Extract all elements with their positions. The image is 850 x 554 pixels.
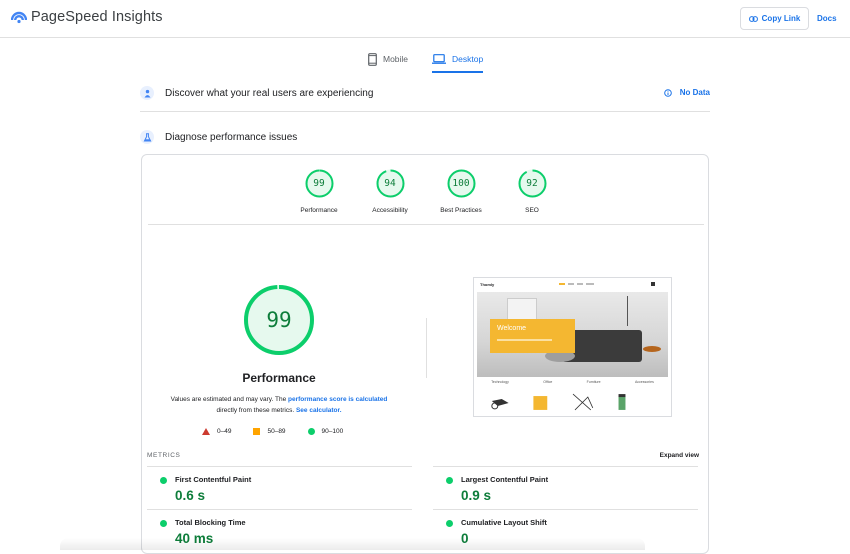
note-prefix: Values are estimated and may vary. The xyxy=(170,396,287,403)
thumb-category: Furniture xyxy=(586,380,601,384)
metric-divider xyxy=(147,509,412,510)
metric-value: 0.6 s xyxy=(175,488,206,503)
thumb-nav: Thomly xyxy=(474,278,671,292)
metric-divider xyxy=(433,509,698,510)
circle-icon xyxy=(307,428,315,435)
performance-note: Values are estimated and may vary. The p… xyxy=(159,394,399,416)
legend-fail: 0–49 xyxy=(202,428,231,435)
pass-circle-icon xyxy=(446,477,453,484)
pass-circle-icon xyxy=(446,520,453,527)
tab-desktop[interactable]: Desktop xyxy=(432,48,484,73)
legend-fail-label: 0–49 xyxy=(217,428,232,435)
pagespeed-logo-icon[interactable] xyxy=(11,10,27,24)
gauge-seo[interactable]: 92 SEO xyxy=(502,169,562,214)
gauge-performance-score: 99 xyxy=(313,178,325,189)
thumb-cart-icon xyxy=(651,282,655,286)
final-screenshot[interactable]: Thomly Welcome Technology Office Furnitu… xyxy=(473,277,672,417)
thumb-welcome-text: Welcome xyxy=(497,325,527,332)
gauge-seo-label: SEO xyxy=(525,207,539,214)
gauge-best-practices-score: 100 xyxy=(452,178,470,189)
gauge-best-practices[interactable]: 100 Best Practices xyxy=(431,169,491,214)
thumb-products xyxy=(491,393,626,411)
card-divider xyxy=(148,224,704,225)
gauge-performance[interactable]: 99 Performance xyxy=(289,169,349,214)
copy-link-button[interactable]: Copy Link xyxy=(740,7,809,30)
bottom-fade xyxy=(60,538,645,550)
thumb-category: Office xyxy=(543,380,553,384)
link-icon xyxy=(748,15,758,22)
expand-view-button[interactable]: Expand view xyxy=(660,452,699,459)
lab-flask-icon xyxy=(140,130,154,144)
docs-link[interactable]: Docs xyxy=(817,14,837,23)
tab-desktop-label: Desktop xyxy=(452,54,484,64)
legend-average-label: 50–89 xyxy=(267,428,286,435)
gauge-seo-score: 92 xyxy=(526,178,538,189)
gauge-accessibility-score: 94 xyxy=(384,178,396,189)
thumb-hero-image: Welcome xyxy=(477,292,668,377)
vertical-separator xyxy=(426,318,427,378)
thumb-stool xyxy=(643,346,661,352)
metric-value: 0.9 s xyxy=(461,488,492,503)
thumb-category: Technology xyxy=(491,380,509,384)
thumb-nav-item xyxy=(586,283,594,285)
no-data-label: No Data xyxy=(679,88,710,97)
legend-pass-label: 90–100 xyxy=(321,428,344,435)
diagnose-title: Diagnose performance issues xyxy=(165,131,298,143)
diagnose-section: Diagnose performance issues xyxy=(140,130,710,144)
thumb-nav-item xyxy=(577,283,583,285)
phone-icon xyxy=(368,52,377,66)
metric-name: Total Blocking Time xyxy=(175,518,246,527)
thumb-categories: Technology Office Furniture Accessories xyxy=(474,380,671,384)
thumb-category: Accessories xyxy=(634,380,654,384)
see-calculator-link[interactable]: See calculator. xyxy=(296,407,342,414)
section-divider xyxy=(140,111,710,112)
laptop-icon xyxy=(432,54,446,64)
performance-score: 99 xyxy=(266,308,292,332)
tab-mobile-label: Mobile xyxy=(383,54,409,64)
copy-link-label: Copy Link xyxy=(761,14,801,23)
metric-name: First Contentful Paint xyxy=(175,475,252,484)
metric-name: Cumulative Layout Shift xyxy=(461,518,547,527)
app-title[interactable]: PageSpeed Insights xyxy=(31,9,163,25)
gauge-performance-label: Performance xyxy=(300,207,338,214)
thumb-nav-item xyxy=(559,283,565,285)
legend-pass: 90–100 xyxy=(307,428,344,435)
triangle-icon xyxy=(202,428,210,435)
metric-divider xyxy=(147,466,412,467)
pass-circle-icon xyxy=(160,520,167,527)
top-bar: PageSpeed Insights Copy Link Docs xyxy=(0,0,850,38)
metric-name: Largest Contentful Paint xyxy=(461,475,549,484)
thumb-lamp xyxy=(627,296,628,326)
thumb-nav-item xyxy=(568,283,574,285)
field-data-section: Discover what your real users are experi… xyxy=(140,86,710,100)
thumb-brand: Thomly xyxy=(480,282,495,287)
tab-mobile[interactable]: Mobile xyxy=(368,48,408,70)
pass-circle-icon xyxy=(160,477,167,484)
score-calculated-link[interactable]: performance score is calculated xyxy=(288,396,387,403)
thumb-welcome-line xyxy=(497,339,552,341)
metrics-heading: METRICS xyxy=(147,452,181,459)
note-middle: directly from these metrics. xyxy=(216,407,295,414)
no-data-status[interactable]: No Data xyxy=(663,88,710,97)
gauge-accessibility[interactable]: 94 Accessibility xyxy=(360,169,420,214)
info-icon xyxy=(663,88,672,97)
legend-average: 50–89 xyxy=(253,428,286,435)
field-data-title: Discover what your real users are experi… xyxy=(165,87,374,99)
performance-title: Performance xyxy=(242,371,316,385)
thumb-welcome-banner: Welcome xyxy=(490,319,575,353)
square-icon xyxy=(253,428,261,435)
metric-divider xyxy=(433,466,698,467)
gauge-accessibility-label: Accessibility xyxy=(372,207,408,214)
report-card: 99 Performance 94 Accessibility 100 Best… xyxy=(141,154,709,554)
score-legend: 0–49 50–89 90–100 xyxy=(202,428,343,435)
gauge-best-practices-label: Best Practices xyxy=(440,207,482,214)
users-icon xyxy=(140,86,154,100)
